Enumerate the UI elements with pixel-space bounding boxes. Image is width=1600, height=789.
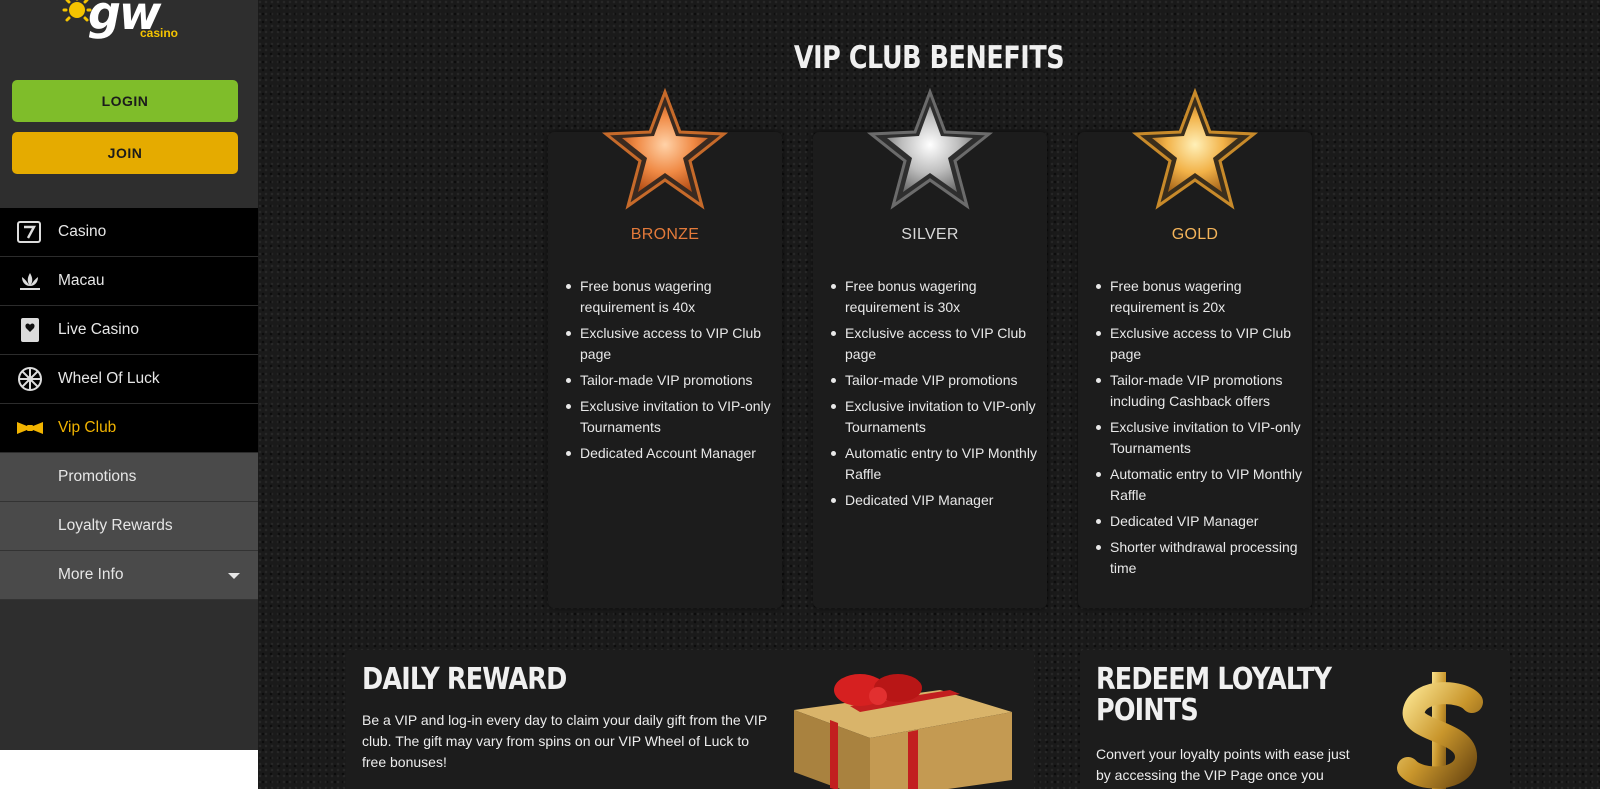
gold-star-icon <box>1131 88 1259 210</box>
main-content: VIP CLUB BENEFITS BRONZE Free bonus wage… <box>258 0 1600 789</box>
benefit-item: Dedicated VIP Manager <box>1094 511 1306 532</box>
logo-subtitle: casino <box>140 26 179 40</box>
dollar-sign-icon <box>1397 672 1483 789</box>
nav-sub-loyalty-rewards[interactable]: Loyalty Rewards <box>0 502 258 551</box>
benefit-item: Dedicated Account Manager <box>564 443 776 464</box>
nav-item-live-casino[interactable]: Live Casino <box>0 306 258 355</box>
daily-reward-text: Be a VIP and log-in every day to claim y… <box>362 712 767 770</box>
redeem-points-card: REDEEM LOYALTY POINTS Convert your loyal… <box>1080 650 1510 789</box>
tier-card-silver: SILVER Free bonus wagering requirement i… <box>813 88 1047 608</box>
nav-item-macau[interactable]: Macau <box>0 257 258 306</box>
benefit-item: Free bonus wagering requirement is 30x <box>829 276 1041 318</box>
daily-reward-title: DAILY REWARD <box>362 662 567 697</box>
wheel-icon <box>16 365 44 393</box>
redeem-points-text: Convert your loyalty points with ease ju… <box>1096 746 1350 789</box>
benefit-item: Dedicated VIP Manager <box>829 490 1041 511</box>
tier-card-bronze: BRONZE Free bonus wagering requirement i… <box>548 88 782 608</box>
silver-star-icon <box>866 88 994 210</box>
bow-tie-icon <box>16 414 44 442</box>
tier-name: GOLD <box>1171 226 1219 243</box>
tier-card-gold: GOLD Free bonus wagering requirement is … <box>1078 88 1312 608</box>
login-button[interactable]: LOGIN <box>12 80 238 122</box>
nav-sub-label: Loyalty Rewards <box>58 517 173 534</box>
benefit-item: Exclusive access to VIP Club page <box>564 323 776 365</box>
daily-reward-card: DAILY REWARD Be a VIP and log-in every d… <box>346 650 1034 789</box>
redeem-points-title: REDEEM LOYALTY POINTS <box>1096 662 1332 728</box>
benefit-item: Automatic entry to VIP Monthly Raffle <box>1094 464 1306 506</box>
lotus-icon <box>16 267 44 295</box>
tier-name: BRONZE <box>630 226 700 243</box>
chevron-down-icon <box>228 573 240 579</box>
nav-sub-label: Promotions <box>58 468 137 485</box>
benefit-item: Tailor-made VIP promotions <box>829 370 1041 391</box>
benefit-item: Tailor-made VIP promotions including Cas… <box>1094 370 1306 412</box>
benefit-item: Exclusive invitation to VIP-only Tournam… <box>829 396 1041 438</box>
benefit-item: Exclusive invitation to VIP-only Tournam… <box>564 396 776 438</box>
slot-seven-icon <box>16 218 44 246</box>
benefit-item: Shorter withdrawal processing time <box>1094 537 1306 579</box>
bronze-star-icon <box>601 88 729 210</box>
nav-item-label: Vip Club <box>58 419 117 436</box>
nav-sub-more-info[interactable]: More Info <box>0 551 258 600</box>
benefit-list: Free bonus wagering requirement is 20x E… <box>1094 276 1306 584</box>
nav-sub-label: More Info <box>58 566 124 583</box>
benefit-item: Free bonus wagering requirement is 40x <box>564 276 776 318</box>
nav-item-label: Live Casino <box>58 321 139 338</box>
benefit-list: Free bonus wagering requirement is 30x E… <box>829 276 1041 516</box>
benefit-item: Tailor-made VIP promotions <box>564 370 776 391</box>
benefit-list: Free bonus wagering requirement is 40x E… <box>564 276 776 469</box>
gift-box-icon <box>794 674 1012 789</box>
benefit-item: Exclusive access to VIP Club page <box>829 323 1041 365</box>
main-nav: Casino Macau Live Casino Wheel Of Luck V… <box>0 208 258 600</box>
sidebar: gw casino LOGIN JOIN Casino Macau Live C… <box>0 0 258 789</box>
benefit-item: Exclusive invitation to VIP-only Tournam… <box>1094 417 1306 459</box>
benefit-item: Exclusive access to VIP Club page <box>1094 323 1306 365</box>
benefit-item: Automatic entry to VIP Monthly Raffle <box>829 443 1041 485</box>
page-title: VIP CLUB BENEFITS <box>793 40 1065 76</box>
join-button[interactable]: JOIN <box>12 132 238 174</box>
nav-item-label: Casino <box>58 223 107 240</box>
sidebar-footer-blank <box>0 750 258 789</box>
nav-item-wheel-of-luck[interactable]: Wheel Of Luck <box>0 355 258 404</box>
casino-logo[interactable]: gw casino <box>60 0 190 44</box>
nav-item-vip-club[interactable]: Vip Club <box>0 404 258 453</box>
tier-name: SILVER <box>901 226 959 243</box>
benefit-item: Free bonus wagering requirement is 20x <box>1094 276 1306 318</box>
nav-item-casino[interactable]: Casino <box>0 208 258 257</box>
nav-item-label: Macau <box>58 272 105 289</box>
playing-card-icon <box>16 316 44 344</box>
nav-sub-promotions[interactable]: Promotions <box>0 453 258 502</box>
nav-item-label: Wheel Of Luck <box>58 370 160 387</box>
